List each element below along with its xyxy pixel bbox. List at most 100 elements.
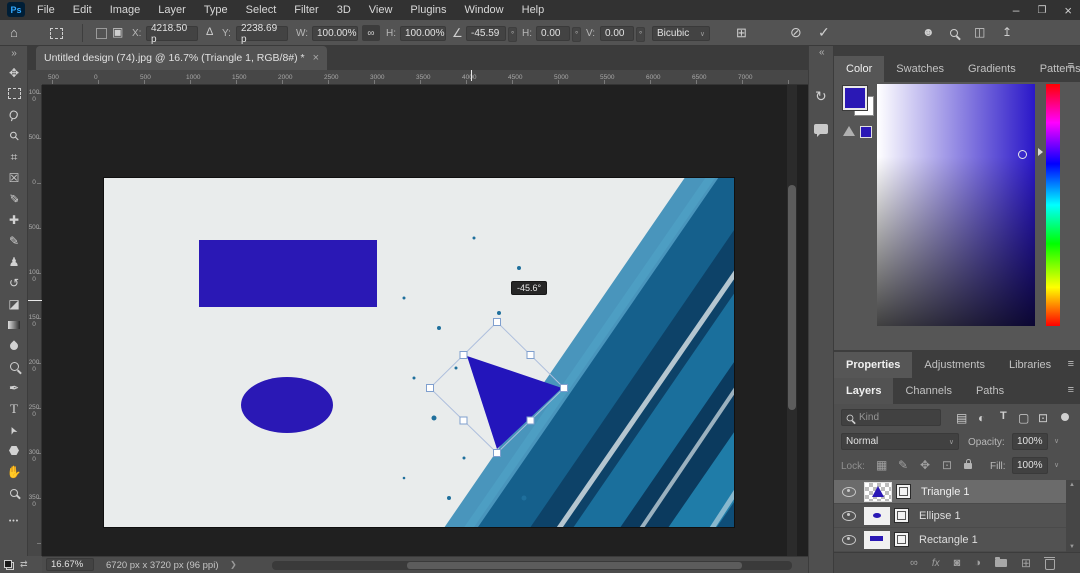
hand-tool[interactable]: ✋ bbox=[0, 461, 28, 482]
v-skew-field[interactable]: 0.00 bbox=[600, 26, 634, 41]
blend-mode-dropdown[interactable]: Normal ∨ bbox=[841, 433, 959, 450]
opacity-field[interactable]: 100% bbox=[1012, 433, 1048, 450]
height-field[interactable]: 100.00% bbox=[400, 26, 446, 41]
layer-thumbnail[interactable] bbox=[864, 482, 892, 502]
filter-shape-layers-icon[interactable]: ▢ bbox=[1018, 412, 1029, 424]
history-brush-tool[interactable]: ↺ bbox=[0, 272, 28, 293]
layer-name[interactable]: Triangle 1 bbox=[921, 486, 970, 498]
swap-colors-icon[interactable]: ⇄ bbox=[20, 559, 28, 570]
history-panel-icon[interactable]: ↻ bbox=[815, 88, 827, 105]
home-icon[interactable]: ⌂ bbox=[10, 26, 18, 39]
restore-button[interactable]: ❐ bbox=[1037, 5, 1046, 16]
foreground-background-colors-icon[interactable] bbox=[4, 560, 14, 570]
add-layer-mask-icon[interactable]: ◙ bbox=[954, 557, 961, 569]
gradient-tool[interactable] bbox=[0, 314, 28, 335]
transform-tool-icon[interactable] bbox=[50, 28, 63, 39]
new-layer-icon[interactable]: ⊞ bbox=[1021, 556, 1031, 570]
reference-point-locator-icon[interactable]: ▣ bbox=[112, 26, 123, 38]
workspace-icon[interactable]: ◫ bbox=[974, 26, 985, 38]
tab-color[interactable]: Color bbox=[834, 56, 884, 82]
filter-type-layers-icon[interactable]: T bbox=[1000, 411, 1007, 422]
rectangular-marquee-tool[interactable] bbox=[0, 83, 28, 104]
warp-mode-icon[interactable]: ⊞ bbox=[736, 26, 747, 39]
menu-item-11[interactable]: Help bbox=[513, 4, 554, 16]
y-position-field[interactable]: 2238.69 p bbox=[236, 26, 288, 41]
tab-libraries[interactable]: Libraries bbox=[997, 352, 1063, 378]
fill-field[interactable]: 100% bbox=[1012, 457, 1048, 474]
layer-thumbnail[interactable] bbox=[864, 507, 890, 525]
tab-adjustments[interactable]: Adjustments bbox=[912, 352, 997, 378]
adjustment-layer-icon[interactable]: ◑ bbox=[974, 557, 981, 569]
path-selection-tool[interactable]: ➤ bbox=[0, 419, 28, 440]
lock-artboard-icon[interactable]: ⊡ bbox=[942, 459, 952, 471]
layer-row-ellipse[interactable]: Ellipse 1 bbox=[834, 504, 1080, 527]
visibility-eye-icon[interactable] bbox=[842, 487, 856, 497]
vector-mask-thumbnail[interactable] bbox=[894, 508, 909, 523]
layer-thumbnail[interactable] bbox=[864, 531, 890, 549]
width-field[interactable]: 100.00% bbox=[312, 26, 358, 41]
canvas-vertical-scrollbar[interactable] bbox=[787, 85, 797, 556]
interpolation-dropdown[interactable]: Bicubic ∨ bbox=[652, 26, 710, 41]
visibility-eye-icon[interactable] bbox=[842, 535, 856, 545]
fill-chevron-icon[interactable]: ∨ bbox=[1054, 461, 1059, 469]
menu-item-8[interactable]: View bbox=[360, 4, 402, 16]
blur-tool[interactable] bbox=[0, 335, 28, 356]
scrollbar-thumb[interactable] bbox=[788, 185, 796, 410]
commit-transform-icon[interactable]: ✓ bbox=[818, 25, 830, 39]
filter-smart-objects-icon[interactable]: ⊡ bbox=[1038, 412, 1048, 424]
layer-effects-icon[interactable]: fx bbox=[932, 558, 940, 569]
eyedropper-tool[interactable]: ✐ bbox=[0, 188, 28, 209]
lock-position-icon[interactable]: ✥ bbox=[920, 459, 930, 471]
status-popup-chevron-icon[interactable]: ❯ bbox=[230, 560, 237, 569]
tab-properties[interactable]: Properties bbox=[834, 352, 912, 378]
filter-adjustment-layers-icon[interactable]: ◐ bbox=[978, 412, 985, 424]
link-layers-icon[interactable]: ∞ bbox=[910, 557, 918, 569]
toggle-reference-point-checkbox[interactable] bbox=[96, 28, 107, 39]
type-tool[interactable]: T bbox=[0, 398, 28, 419]
clone-stamp-tool[interactable]: ♟ bbox=[0, 251, 28, 272]
menu-item-5[interactable]: Select bbox=[237, 4, 286, 16]
tab-layers[interactable]: Layers bbox=[834, 378, 893, 404]
layers-list-scrollbar[interactable]: ▲ ▼ bbox=[1066, 480, 1080, 552]
move-tool[interactable]: ✥ bbox=[0, 62, 28, 83]
tab-paths[interactable]: Paths bbox=[964, 378, 1016, 404]
collapse-toolbar-button[interactable]: » bbox=[0, 46, 28, 62]
search-icon[interactable] bbox=[950, 29, 958, 37]
dodge-tool[interactable] bbox=[0, 356, 28, 377]
delete-layer-icon[interactable] bbox=[1045, 559, 1055, 570]
layer-row-rectangle[interactable]: Rectangle 1 bbox=[834, 528, 1080, 551]
spot-healing-brush-tool[interactable]: ✚ bbox=[0, 209, 28, 230]
cancel-transform-icon[interactable]: ⊘ bbox=[790, 25, 802, 39]
hue-slider[interactable] bbox=[1046, 84, 1060, 326]
eraser-tool[interactable]: ◪ bbox=[0, 293, 28, 314]
tab-channels[interactable]: Channels bbox=[893, 378, 963, 404]
tab-gradients[interactable]: Gradients bbox=[956, 56, 1028, 82]
zoom-tool[interactable] bbox=[0, 482, 28, 503]
scroll-down-icon[interactable]: ▼ bbox=[1069, 544, 1075, 550]
panel-menu-icon[interactable]: ≡ bbox=[1068, 60, 1074, 72]
vector-mask-thumbnail[interactable] bbox=[896, 484, 911, 499]
menu-item-4[interactable]: Type bbox=[195, 4, 237, 16]
canvas-horizontal-scrollbar[interactable] bbox=[272, 561, 792, 570]
shape-tool[interactable] bbox=[0, 440, 28, 461]
menu-item-2[interactable]: Image bbox=[101, 4, 150, 16]
close-button[interactable]: × bbox=[1064, 3, 1072, 18]
minimize-button[interactable]: – bbox=[1013, 3, 1020, 17]
pasteboard[interactable]: -45.6° bbox=[42, 85, 808, 556]
frame-tool[interactable]: ☒ bbox=[0, 167, 28, 188]
new-group-icon[interactable] bbox=[995, 559, 1007, 567]
vector-mask-thumbnail[interactable] bbox=[894, 532, 909, 547]
document-tab[interactable]: Untitled design (74).jpg @ 16.7% (Triang… bbox=[36, 46, 327, 70]
object-selection-tool[interactable]: ⚲ bbox=[0, 125, 28, 146]
filter-toggle-icon[interactable] bbox=[1061, 413, 1069, 421]
layer-name[interactable]: Rectangle 1 bbox=[919, 534, 978, 546]
relative-position-icon[interactable]: Δ bbox=[206, 27, 213, 38]
lock-image-pixels-icon[interactable]: ✎ bbox=[898, 459, 908, 471]
menu-item-1[interactable]: Edit bbox=[64, 4, 101, 16]
tab-swatches[interactable]: Swatches bbox=[884, 56, 956, 82]
menu-item-3[interactable]: Layer bbox=[149, 4, 195, 16]
menu-item-6[interactable]: Filter bbox=[285, 4, 327, 16]
brush-tool[interactable]: ✎ bbox=[0, 230, 28, 251]
edit-toolbar-button[interactable]: ••• bbox=[0, 511, 28, 532]
visibility-eye-icon[interactable] bbox=[842, 511, 856, 521]
